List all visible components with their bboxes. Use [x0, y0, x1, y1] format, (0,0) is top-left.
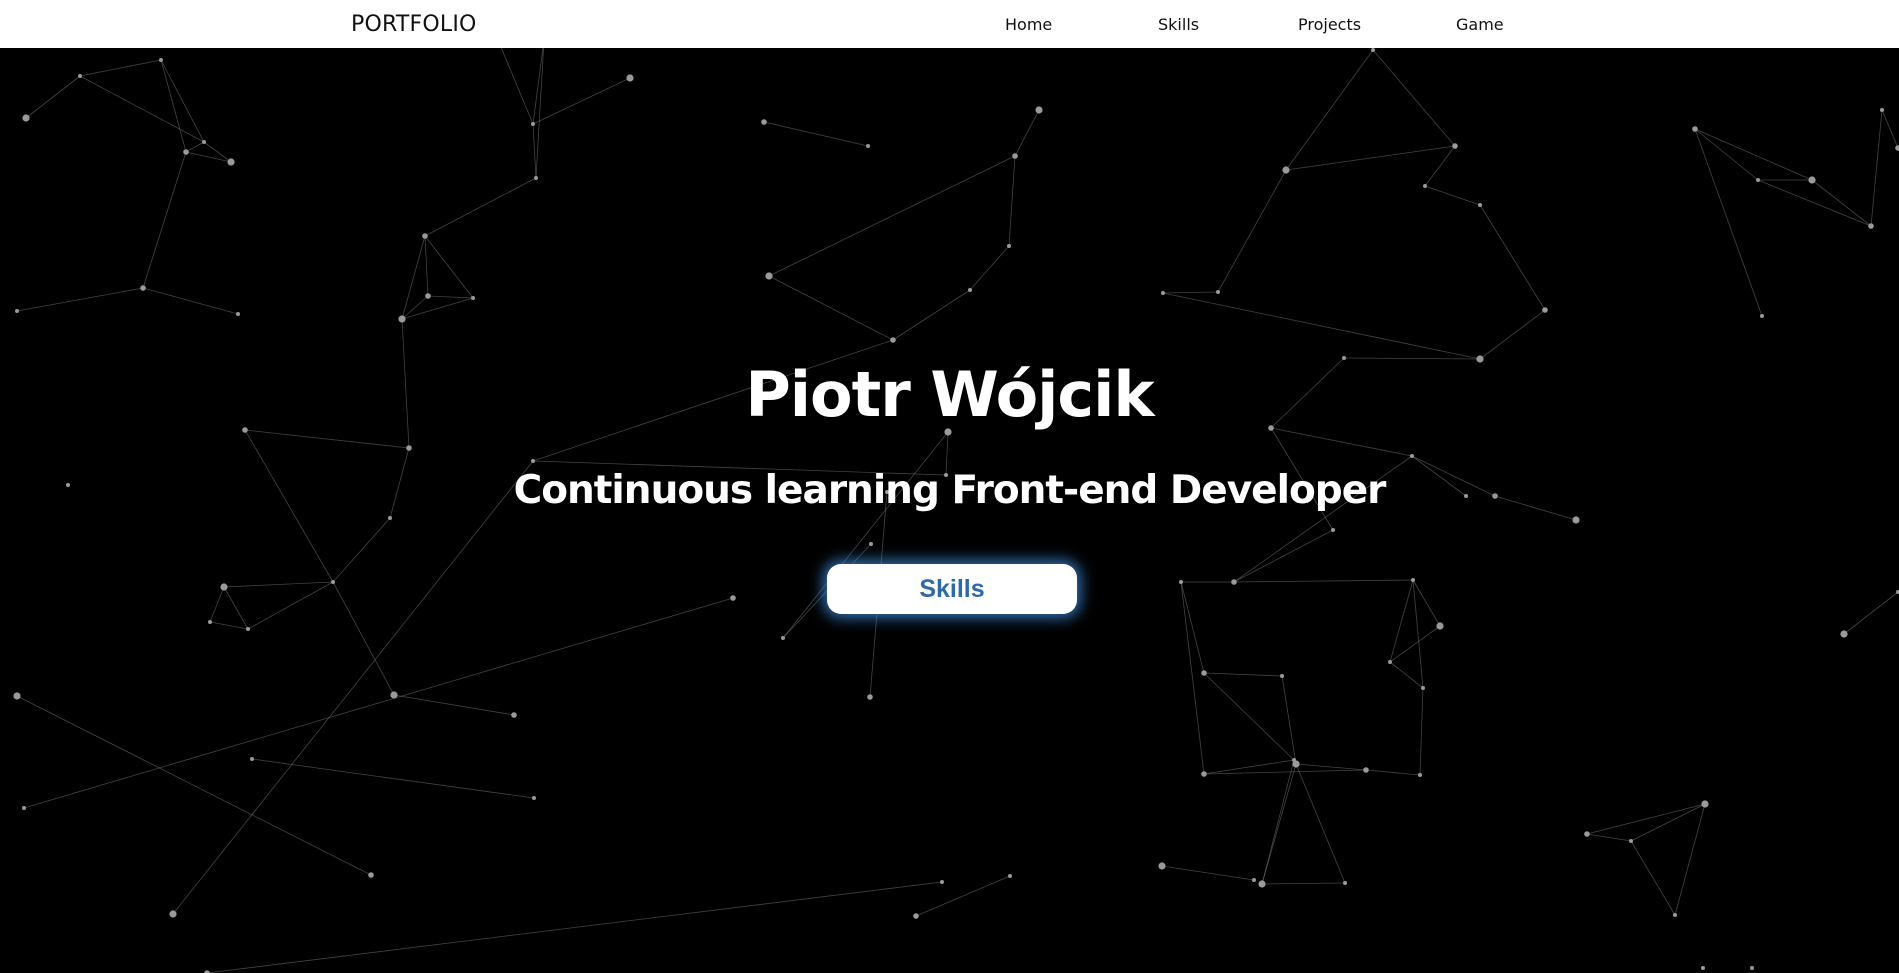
nav-link-game[interactable]: Game [1456, 15, 1516, 34]
nav-link-projects[interactable]: Projects [1298, 15, 1456, 34]
nav-link-home[interactable]: Home [1005, 15, 1158, 34]
hero-section: Piotr Wójcik Continuous learning Front-e… [0, 48, 1899, 973]
navbar: PORTFOLIO Home Skills Projects Game [0, 0, 1899, 48]
brand-logo[interactable]: PORTFOLIO [351, 12, 477, 37]
hero-content: Piotr Wójcik Continuous learning Front-e… [0, 48, 1899, 973]
hero-subtitle: Continuous learning Front-end Developer [513, 468, 1387, 513]
nav-link-skills[interactable]: Skills [1158, 15, 1298, 34]
nav-links: Home Skills Projects Game [1005, 15, 1516, 34]
hero-title: Piotr Wójcik [745, 358, 1154, 431]
skills-button[interactable]: Skills [827, 564, 1077, 614]
